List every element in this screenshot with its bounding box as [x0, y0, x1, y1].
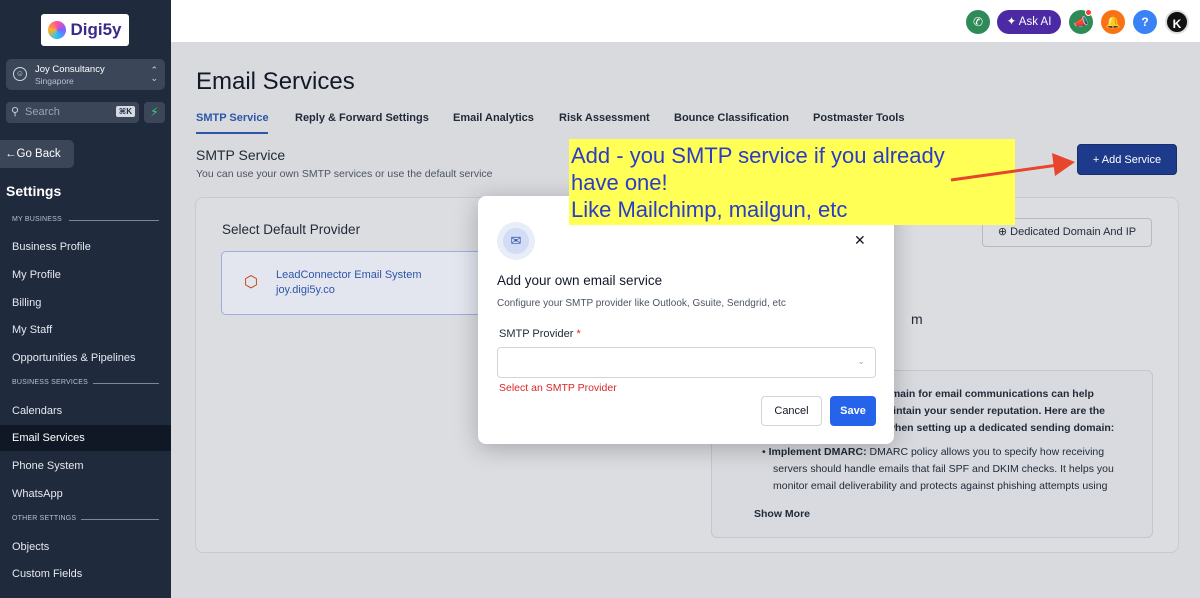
info-line: servers should handle emails that fail S…: [773, 463, 1114, 475]
smtp-provider-select[interactable]: ⌄: [497, 347, 876, 378]
tutorial-annotation: Add - you SMTP service if you already ha…: [569, 139, 1015, 225]
validation-error: Select an SMTP Provider: [499, 382, 617, 394]
search-icon: ⚲: [11, 106, 20, 118]
tab-bounce-classification[interactable]: Bounce Classification: [674, 112, 789, 124]
tab-reply-forward[interactable]: Reply & Forward Settings: [295, 112, 429, 124]
search-placeholder: Search: [25, 106, 60, 118]
logo: Digi5y: [41, 14, 129, 46]
close-icon[interactable]: ✕: [854, 232, 866, 249]
go-back-button[interactable]: ←Go Back: [0, 140, 74, 168]
ask-ai-label: Ask AI: [1018, 16, 1052, 28]
annotation-line: Add - you SMTP service if you already: [571, 143, 945, 168]
chevron-updown-icon: ⌃ ⌄: [150, 65, 158, 83]
sidebar-item-opportunities[interactable]: Opportunities & Pipelines: [12, 352, 136, 364]
tab-email-analytics[interactable]: Email Analytics: [453, 112, 534, 124]
bell-icon[interactable]: 🔔: [1101, 10, 1125, 34]
account-location: Singapore: [35, 76, 74, 86]
add-service-modal: ✉ ✕ Add your own email service Configure…: [478, 196, 894, 444]
tab-postmaster-tools[interactable]: Postmaster Tools: [813, 112, 905, 124]
default-provider-title: Select Default Provider: [222, 222, 361, 237]
info-line: monitor email deliverability and protect…: [773, 480, 1108, 492]
sidebar-item-calendars[interactable]: Calendars: [12, 405, 62, 417]
info-line: • Implement DMARC: DMARC policy allows y…: [762, 446, 1105, 458]
phone-icon[interactable]: ✆: [966, 10, 990, 34]
sidebar-item-my-staff[interactable]: My Staff: [12, 324, 52, 336]
tab-risk-assessment[interactable]: Risk Assessment: [559, 112, 650, 124]
info-line: e when setting up a dedicated sending do…: [878, 422, 1115, 434]
envelope-icon: ✉: [503, 228, 529, 254]
save-button[interactable]: Save: [830, 396, 876, 426]
active-tab-indicator: [196, 132, 268, 134]
divider: [93, 383, 159, 384]
account-name: Joy Consultancy: [35, 64, 105, 75]
top-bar: ✆ ✦ Ask AI 📣 🔔 ? K: [171, 0, 1200, 42]
required-mark: *: [576, 328, 581, 340]
plus-icon: +: [1092, 154, 1102, 166]
quick-action-bolt-icon[interactable]: ⚡: [144, 102, 165, 123]
sidebar-item-business-profile[interactable]: Business Profile: [12, 241, 91, 253]
search-input[interactable]: ⚲ Search ⌘K: [6, 102, 139, 123]
sidebar-item-my-profile[interactable]: My Profile: [12, 269, 61, 281]
sparkle-icon: ✦: [1006, 16, 1019, 28]
provider-domain: joy.digi5y.co: [276, 284, 335, 296]
provider-option[interactable]: ⬡ LeadConnector Email System joy.digi5y.…: [221, 251, 491, 315]
modal-description: Configure your SMTP provider like Outloo…: [497, 298, 786, 309]
settings-title: Settings: [6, 183, 62, 199]
smtp-provider-label-text: SMTP Provider: [499, 328, 574, 340]
tab-smtp-service[interactable]: SMTP Service: [196, 112, 269, 124]
sidebar-item-whatsapp[interactable]: WhatsApp: [12, 488, 63, 500]
notification-dot: [1085, 9, 1092, 16]
sidebar-item-custom-fields[interactable]: Custom Fields: [12, 568, 82, 580]
dmarc-label: Implement DMARC:: [768, 446, 867, 458]
show-more-link[interactable]: Show More: [754, 508, 810, 520]
annotation-line: have one!: [571, 170, 668, 195]
sidebar-item-phone-system[interactable]: Phone System: [12, 460, 84, 472]
help-icon[interactable]: ?: [1133, 10, 1157, 34]
ask-ai-button[interactable]: ✦ Ask AI: [997, 10, 1061, 34]
section-title: SMTP Service: [196, 147, 286, 163]
modal-icon-ring: ✉: [497, 222, 535, 260]
modal-title: Add your own email service: [497, 273, 663, 288]
sidebar-item-billing[interactable]: Billing: [12, 297, 41, 309]
logo-mark-icon: [48, 21, 67, 39]
section-business-services: BUSINESS SERVICES: [12, 379, 89, 386]
sidebar-item-email-services[interactable]: Email Services: [12, 432, 85, 444]
section-other-settings: OTHER SETTINGS: [12, 515, 77, 522]
account-switcher[interactable]: ☺ Joy Consultancy Singapore ⌃ ⌄: [6, 59, 165, 90]
add-service-label: Add Service: [1101, 154, 1162, 166]
add-service-button[interactable]: + Add Service: [1077, 144, 1177, 175]
divider: [81, 519, 159, 520]
cube-icon: ⬡: [244, 274, 258, 291]
chevron-down-icon: ⌄: [857, 356, 865, 366]
go-back-label: Go Back: [16, 148, 61, 160]
search-shortcut: ⌘K: [115, 106, 135, 117]
arrow-left-icon: ←: [5, 148, 17, 160]
sidebar: Digi5y ☺ Joy Consultancy Singapore ⌃ ⌄ ⚲ …: [0, 0, 171, 598]
cancel-button[interactable]: Cancel: [761, 396, 822, 426]
dedicated-heading-partial: m: [911, 311, 923, 327]
annotation-line: Like Mailchimp, mailgun, etc: [571, 197, 848, 222]
provider-name: LeadConnector Email System: [276, 269, 422, 281]
dedicated-label: Dedicated Domain And IP: [1010, 226, 1137, 238]
globe-icon: ⊕: [997, 226, 1011, 238]
avatar[interactable]: K: [1165, 10, 1189, 34]
logo-text: Digi5y: [70, 20, 122, 39]
info-line: maintain your sender reputation. Here ar…: [878, 405, 1105, 417]
smtp-provider-label: SMTP Provider *: [499, 328, 581, 340]
sidebar-item-objects[interactable]: Objects: [12, 541, 49, 553]
info-line: domain for email communications can help: [878, 388, 1094, 400]
page-title: Email Services: [196, 68, 355, 95]
section-description: You can use your own SMTP services or us…: [196, 168, 493, 180]
section-my-business: MY BUSINESS: [12, 216, 62, 223]
account-icon: ☺: [13, 67, 27, 81]
divider: [69, 220, 159, 221]
